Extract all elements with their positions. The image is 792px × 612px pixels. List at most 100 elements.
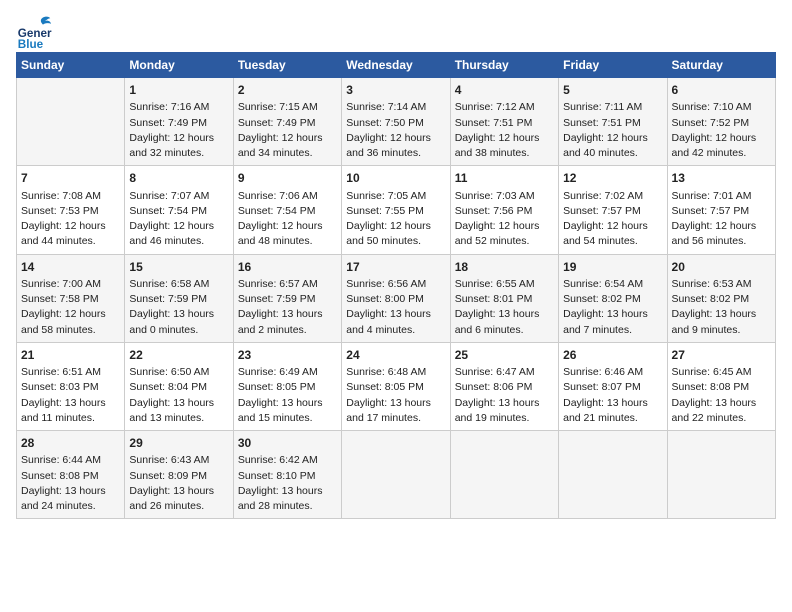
- day-cell: 2Sunrise: 7:15 AMSunset: 7:49 PMDaylight…: [233, 78, 341, 166]
- day-info: Sunset: 7:49 PM: [129, 116, 228, 131]
- day-info: and 9 minutes.: [672, 323, 771, 338]
- day-number: 24: [346, 347, 445, 364]
- day-info: Daylight: 12 hours: [21, 307, 120, 322]
- day-info: and 0 minutes.: [129, 323, 228, 338]
- day-number: 1: [129, 82, 228, 99]
- day-number: 22: [129, 347, 228, 364]
- day-cell: 9Sunrise: 7:06 AMSunset: 7:54 PMDaylight…: [233, 166, 341, 254]
- day-info: Daylight: 12 hours: [672, 219, 771, 234]
- day-info: and 17 minutes.: [346, 411, 445, 426]
- day-number: 10: [346, 170, 445, 187]
- day-info: Sunset: 7:54 PM: [129, 204, 228, 219]
- day-header-friday: Friday: [559, 53, 667, 78]
- day-cell: 13Sunrise: 7:01 AMSunset: 7:57 PMDayligh…: [667, 166, 775, 254]
- day-info: Daylight: 13 hours: [455, 307, 554, 322]
- day-info: Sunrise: 7:06 AM: [238, 189, 337, 204]
- day-info: Sunset: 7:54 PM: [238, 204, 337, 219]
- day-info: and 15 minutes.: [238, 411, 337, 426]
- day-number: 20: [672, 259, 771, 276]
- day-info: and 50 minutes.: [346, 234, 445, 249]
- day-info: Sunset: 8:01 PM: [455, 292, 554, 307]
- day-info: and 48 minutes.: [238, 234, 337, 249]
- day-cell: 15Sunrise: 6:58 AMSunset: 7:59 PMDayligh…: [125, 254, 233, 342]
- day-number: 11: [455, 170, 554, 187]
- day-cell: 22Sunrise: 6:50 AMSunset: 8:04 PMDayligh…: [125, 342, 233, 430]
- day-number: 30: [238, 435, 337, 452]
- day-info: and 52 minutes.: [455, 234, 554, 249]
- day-cell: [667, 431, 775, 519]
- day-number: 14: [21, 259, 120, 276]
- day-cell: 30Sunrise: 6:42 AMSunset: 8:10 PMDayligh…: [233, 431, 341, 519]
- day-info: Sunset: 8:04 PM: [129, 380, 228, 395]
- day-cell: [450, 431, 558, 519]
- header-row: SundayMondayTuesdayWednesdayThursdayFrid…: [17, 53, 776, 78]
- day-info: and 44 minutes.: [21, 234, 120, 249]
- logo-icon: General Blue: [16, 12, 52, 48]
- day-info: and 36 minutes.: [346, 146, 445, 161]
- day-number: 4: [455, 82, 554, 99]
- day-info: Sunset: 8:00 PM: [346, 292, 445, 307]
- header: General Blue: [16, 12, 776, 48]
- day-info: and 54 minutes.: [563, 234, 662, 249]
- day-info: Daylight: 13 hours: [563, 307, 662, 322]
- day-info: Sunrise: 7:05 AM: [346, 189, 445, 204]
- day-header-sunday: Sunday: [17, 53, 125, 78]
- day-number: 28: [21, 435, 120, 452]
- day-info: Daylight: 13 hours: [129, 307, 228, 322]
- day-number: 15: [129, 259, 228, 276]
- day-number: 6: [672, 82, 771, 99]
- day-info: and 58 minutes.: [21, 323, 120, 338]
- day-info: Sunset: 7:52 PM: [672, 116, 771, 131]
- day-info: Daylight: 13 hours: [129, 484, 228, 499]
- week-row-1: 1Sunrise: 7:16 AMSunset: 7:49 PMDaylight…: [17, 78, 776, 166]
- day-cell: 8Sunrise: 7:07 AMSunset: 7:54 PMDaylight…: [125, 166, 233, 254]
- day-info: and 19 minutes.: [455, 411, 554, 426]
- day-info: Sunrise: 7:14 AM: [346, 100, 445, 115]
- day-number: 8: [129, 170, 228, 187]
- day-info: Sunset: 7:50 PM: [346, 116, 445, 131]
- day-info: and 38 minutes.: [455, 146, 554, 161]
- week-row-5: 28Sunrise: 6:44 AMSunset: 8:08 PMDayligh…: [17, 431, 776, 519]
- day-info: Daylight: 12 hours: [672, 131, 771, 146]
- day-info: and 32 minutes.: [129, 146, 228, 161]
- day-number: 2: [238, 82, 337, 99]
- day-info: Sunrise: 6:44 AM: [21, 453, 120, 468]
- day-info: and 6 minutes.: [455, 323, 554, 338]
- day-info: Sunset: 8:05 PM: [346, 380, 445, 395]
- day-info: Sunset: 8:02 PM: [672, 292, 771, 307]
- day-info: and 34 minutes.: [238, 146, 337, 161]
- day-cell: 25Sunrise: 6:47 AMSunset: 8:06 PMDayligh…: [450, 342, 558, 430]
- day-cell: 17Sunrise: 6:56 AMSunset: 8:00 PMDayligh…: [342, 254, 450, 342]
- day-info: Sunrise: 7:01 AM: [672, 189, 771, 204]
- day-header-saturday: Saturday: [667, 53, 775, 78]
- day-info: Daylight: 12 hours: [455, 219, 554, 234]
- week-row-3: 14Sunrise: 7:00 AMSunset: 7:58 PMDayligh…: [17, 254, 776, 342]
- day-info: Daylight: 13 hours: [238, 396, 337, 411]
- day-cell: 14Sunrise: 7:00 AMSunset: 7:58 PMDayligh…: [17, 254, 125, 342]
- svg-text:Blue: Blue: [18, 38, 44, 48]
- day-info: and 22 minutes.: [672, 411, 771, 426]
- day-info: Sunrise: 6:58 AM: [129, 277, 228, 292]
- day-cell: 10Sunrise: 7:05 AMSunset: 7:55 PMDayligh…: [342, 166, 450, 254]
- day-cell: 12Sunrise: 7:02 AMSunset: 7:57 PMDayligh…: [559, 166, 667, 254]
- day-info: Sunrise: 6:50 AM: [129, 365, 228, 380]
- day-info: Sunrise: 6:53 AM: [672, 277, 771, 292]
- day-info: Daylight: 12 hours: [129, 131, 228, 146]
- day-info: Sunset: 7:53 PM: [21, 204, 120, 219]
- day-info: Daylight: 13 hours: [346, 396, 445, 411]
- day-number: 16: [238, 259, 337, 276]
- day-info: Sunrise: 6:47 AM: [455, 365, 554, 380]
- day-header-tuesday: Tuesday: [233, 53, 341, 78]
- day-info: Sunrise: 6:51 AM: [21, 365, 120, 380]
- day-cell: 4Sunrise: 7:12 AMSunset: 7:51 PMDaylight…: [450, 78, 558, 166]
- day-info: and 13 minutes.: [129, 411, 228, 426]
- day-cell: 24Sunrise: 6:48 AMSunset: 8:05 PMDayligh…: [342, 342, 450, 430]
- day-info: Daylight: 13 hours: [238, 307, 337, 322]
- day-cell: 23Sunrise: 6:49 AMSunset: 8:05 PMDayligh…: [233, 342, 341, 430]
- day-cell: 21Sunrise: 6:51 AMSunset: 8:03 PMDayligh…: [17, 342, 125, 430]
- day-number: 12: [563, 170, 662, 187]
- day-info: Daylight: 12 hours: [129, 219, 228, 234]
- day-cell: 28Sunrise: 6:44 AMSunset: 8:08 PMDayligh…: [17, 431, 125, 519]
- day-info: Daylight: 13 hours: [563, 396, 662, 411]
- day-info: Daylight: 13 hours: [21, 396, 120, 411]
